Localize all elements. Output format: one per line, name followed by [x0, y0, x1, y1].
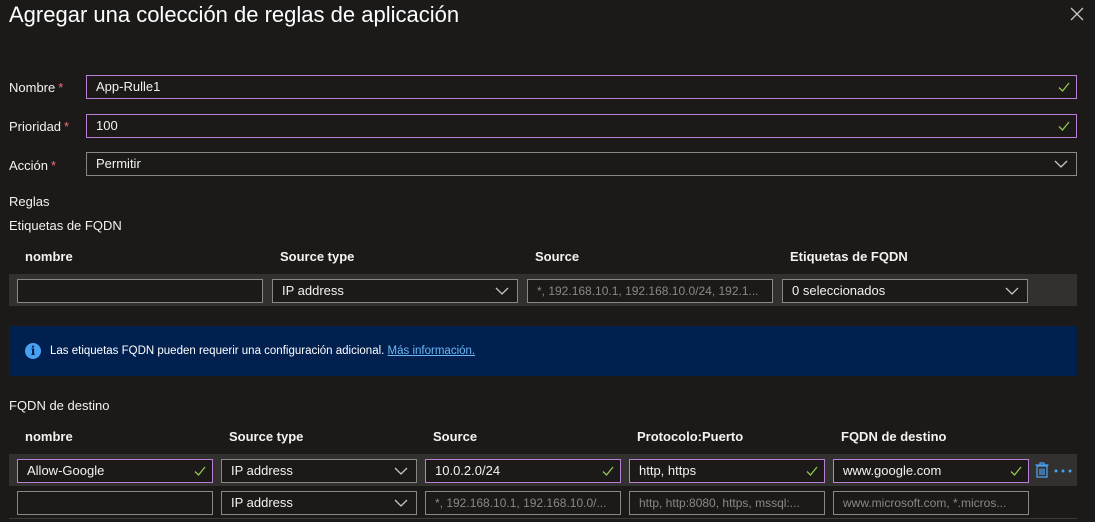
divider: [9, 518, 1077, 519]
fqdn-tags-select[interactable]: 0 seleccionados: [782, 279, 1028, 303]
chevron-down-icon: [394, 499, 408, 507]
source-type-select[interactable]: IP address: [221, 459, 417, 483]
tag-source-type-select[interactable]: IP address: [272, 279, 518, 303]
header-nombre: nombre: [25, 429, 73, 444]
header-source: Source: [535, 249, 580, 264]
rule-name-value: Allow-Google: [27, 463, 105, 478]
accion-value: Permitir: [96, 156, 141, 171]
header-target-fqdn: FQDN de destino: [841, 429, 947, 444]
check-icon: [1058, 82, 1070, 92]
accion-label: Acción *: [9, 158, 57, 173]
chevron-down-icon: [1005, 287, 1019, 295]
source-value: 10.0.2.0/24: [435, 463, 501, 478]
fqdn-tags-value: 0 seleccionados: [792, 283, 886, 298]
protocol-port-value: http, https: [639, 463, 697, 478]
tag-source-type-value: IP address: [282, 283, 344, 298]
check-icon: [1010, 466, 1022, 476]
header-nombre: nombre: [25, 249, 73, 264]
check-icon: [602, 466, 614, 476]
chevron-down-icon: [495, 287, 509, 295]
nombre-input[interactable]: App-Rulle1: [86, 75, 1077, 99]
target-fqdns-section-label: FQDN de destino: [9, 398, 110, 413]
page-title: Agregar una colección de reglas de aplic…: [9, 2, 460, 27]
target-fqdn-input[interactable]: www.microsoft.com, *.micros...: [833, 491, 1029, 515]
tag-source-placeholder: *, 192.168.10.1, 192.168.10.0/24, 192.1.…: [537, 284, 759, 298]
check-icon: [806, 466, 818, 476]
header-source-type: Source type: [229, 429, 304, 444]
more-info-link[interactable]: Más información.: [388, 345, 476, 357]
nombre-value: App-Rulle1: [96, 79, 161, 94]
source-type-value: IP address: [231, 463, 293, 478]
header-fqdn-tags: Etiquetas de FQDN: [790, 249, 908, 264]
protocol-port-input[interactable]: http, https: [629, 459, 825, 483]
protocol-port-placeholder: http, http:8080, https, mssql:...: [639, 496, 800, 510]
chevron-down-icon: [1054, 160, 1068, 168]
prioridad-input[interactable]: 100: [86, 114, 1077, 138]
source-placeholder: *, 192.168.10.1, 192.168.10.0/...: [435, 496, 607, 510]
fqdn-tags-section-label: Etiquetas de FQDN: [9, 218, 122, 233]
rule-name-input[interactable]: Allow-Google: [17, 459, 213, 483]
close-icon[interactable]: [1069, 6, 1085, 22]
protocol-port-input[interactable]: http, http:8080, https, mssql:...: [629, 491, 825, 515]
target-fqdn-placeholder: www.microsoft.com, *.micros...: [843, 496, 1007, 510]
more-icon[interactable]: [1054, 469, 1072, 473]
check-icon: [194, 466, 206, 476]
info-icon: i: [25, 343, 41, 359]
header-source: Source: [433, 429, 478, 444]
source-input[interactable]: 10.0.2.0/24: [425, 459, 621, 483]
prioridad-label: Prioridad *: [9, 119, 70, 134]
chevron-down-icon: [394, 467, 408, 475]
check-icon: [1058, 121, 1070, 131]
rule-name-input[interactable]: [17, 491, 213, 515]
target-fqdn-value: www.google.com: [843, 463, 942, 478]
trash-icon[interactable]: [1035, 462, 1049, 478]
source-type-value: IP address: [231, 495, 293, 510]
info-text: Las etiquetas FQDN pueden requerir una c…: [50, 345, 476, 357]
tag-rule-name-input[interactable]: [17, 279, 263, 303]
nombre-label: Nombre *: [9, 80, 64, 95]
target-fqdn-input[interactable]: www.google.com: [833, 459, 1029, 483]
header-protocol-port: Protocolo:Puerto: [637, 429, 744, 444]
prioridad-value: 100: [96, 118, 118, 133]
header-source-type: Source type: [280, 249, 355, 264]
info-banner: i Las etiquetas FQDN pueden requerir una…: [9, 326, 1077, 376]
reglas-label: Reglas: [9, 194, 50, 209]
tag-source-input[interactable]: *, 192.168.10.1, 192.168.10.0/24, 192.1.…: [527, 279, 773, 303]
source-input[interactable]: *, 192.168.10.1, 192.168.10.0/...: [425, 491, 621, 515]
accion-select[interactable]: Permitir: [86, 152, 1077, 176]
source-type-select[interactable]: IP address: [221, 491, 417, 515]
